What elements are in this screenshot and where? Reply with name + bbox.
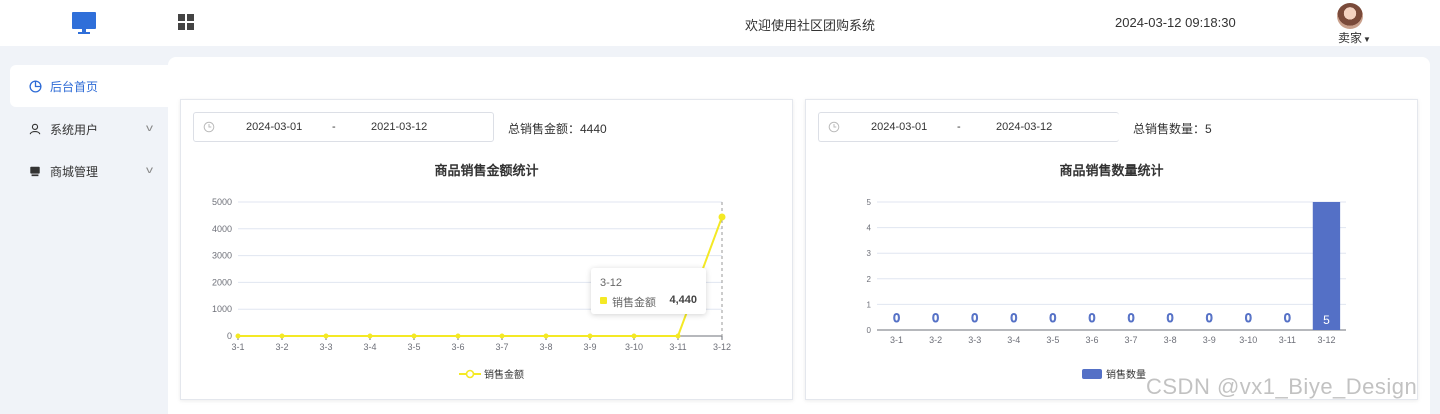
chart-tooltip: 3-12 销售金额 4,440 (591, 268, 706, 314)
data-label: 0 (1206, 311, 1213, 325)
y-tick-label: 0 (227, 331, 232, 341)
x-tick-label: 3-12 (713, 342, 731, 352)
watermark: CSDN @vx1_Biye_Design (1146, 374, 1418, 399)
sales-count-bar-chart: 0123453-103-203-303-403-503-603-703-803-… (867, 198, 1346, 345)
data-label: 0 (1010, 311, 1017, 325)
chart-legend[interactable]: 销售金额 (459, 366, 524, 381)
tooltip-marker (600, 297, 607, 304)
x-tick-label: 3-3 (968, 335, 981, 345)
y-tick-label: 3000 (212, 251, 232, 261)
data-label: 0 (971, 311, 978, 325)
x-tick-label: 3-2 (275, 342, 288, 352)
x-tick-label: 3-4 (1007, 335, 1020, 345)
data-point (455, 333, 461, 339)
avatar[interactable] (1337, 3, 1363, 29)
tooltip-header: 3-12 (600, 277, 623, 289)
y-tick-label: 1 (867, 300, 872, 309)
user-icon (28, 122, 42, 136)
y-tick-label: 3 (867, 249, 872, 258)
data-label: 0 (1284, 311, 1291, 325)
y-tick-label: 5000 (212, 197, 232, 207)
monitor-icon[interactable] (72, 11, 96, 35)
tooltip-series: 销售金额 (612, 297, 656, 309)
sidebar-item-label: 商城管理 (50, 164, 99, 179)
bar-legend-icon (1082, 368, 1102, 379)
line-legend-icon (459, 369, 481, 378)
bar (1312, 202, 1341, 330)
data-label: 0 (1245, 311, 1252, 325)
legend-label: 销售金额 (484, 370, 524, 381)
tooltip-value: 4,440 (669, 294, 697, 306)
sidebar-item-label: 系统用户 (50, 122, 99, 137)
user-name: 卖家 (1338, 31, 1363, 45)
y-tick-label: 2000 (212, 277, 232, 287)
x-tick-label: 3-2 (929, 335, 942, 345)
sales-count-card: 2024-03-01 - 2024-03-12 总销售数量：5 商品销售数量统计… (805, 99, 1418, 400)
x-tick-label: 3-11 (1279, 335, 1296, 345)
data-label: 0 (1089, 311, 1096, 325)
data-label: 5 (1323, 313, 1330, 327)
legend-label: 销售数量 (1106, 370, 1146, 381)
sidebar-item-mall-management[interactable]: 商城管理 v (10, 150, 168, 192)
sidebar: 后台首页 系统用户 v 商城管理 v (0, 46, 168, 414)
data-point (499, 333, 505, 339)
sidebar-item-dashboard[interactable]: 后台首页 (10, 65, 168, 107)
x-tick-label: 3-5 (1046, 335, 1059, 345)
x-tick-label: 3-10 (625, 342, 643, 352)
grid-icon[interactable] (178, 14, 194, 30)
y-tick-label: 0 (867, 326, 872, 335)
data-point (323, 333, 329, 339)
x-tick-label: 3-6 (451, 342, 464, 352)
data-label: 0 (932, 311, 939, 325)
data-label: 0 (1050, 311, 1057, 325)
x-tick-label: 3-1 (231, 342, 244, 352)
pie-chart-icon (28, 79, 42, 93)
x-tick-label: 3-1 (890, 335, 903, 345)
x-tick-label: 3-3 (319, 342, 332, 352)
sales-amount-line-chart: 0 1000 2000 3000 4000 5000 3-1 3-2 3-3 3-4 3-5 3-6 3… (212, 197, 731, 352)
y-tick-label: 1000 (212, 304, 232, 314)
x-tick-label: 3-11 (669, 342, 686, 352)
shop-icon (28, 164, 42, 178)
x-tick-label: 3-8 (1164, 335, 1177, 345)
x-tick-label: 3-6 (1085, 335, 1098, 345)
sales-amount-card: 2024-03-01 - 2021-03-12 总销售金额：4440 商品销售金… (180, 99, 793, 400)
x-tick-label: 3-10 (1239, 335, 1257, 345)
current-datetime: 2024-03-12 09:18:30 (1115, 15, 1236, 30)
data-point (367, 333, 373, 339)
x-tick-label: 3-4 (363, 342, 376, 352)
x-tick-label: 3-9 (1203, 335, 1216, 345)
data-point (279, 333, 285, 339)
chart-legend[interactable]: 销售数量 (1082, 366, 1146, 381)
sidebar-item-label: 后台首页 (50, 79, 99, 94)
sidebar-item-system-users[interactable]: 系统用户 v (10, 108, 168, 150)
top-bar: 欢迎使用社区团购系统 2024-03-12 09:18:30 卖家▼ (0, 0, 1440, 46)
data-point (411, 333, 417, 339)
y-tick-label: 2 (867, 275, 872, 284)
y-tick-label: 4 (867, 224, 872, 233)
data-point (718, 213, 726, 221)
data-point (675, 333, 681, 339)
chevron-down-icon: v (146, 123, 153, 134)
x-tick-label: 3-5 (407, 342, 420, 352)
data-label: 0 (1128, 311, 1135, 325)
data-label: 0 (893, 311, 900, 325)
y-tick-label: 5 (867, 198, 872, 207)
x-tick-label: 3-8 (539, 342, 552, 352)
chevron-down-icon: ▼ (1363, 35, 1371, 44)
chevron-down-icon: v (146, 165, 153, 176)
data-point (235, 333, 241, 339)
x-tick-label: 3-12 (1317, 335, 1335, 345)
user-menu[interactable]: 卖家▼ (1338, 29, 1371, 46)
x-tick-label: 3-7 (1125, 335, 1138, 345)
x-tick-label: 3-9 (583, 342, 596, 352)
data-label: 0 (1167, 311, 1174, 325)
y-tick-label: 4000 (212, 224, 232, 234)
data-point (631, 333, 637, 339)
site-title: 欢迎使用社区团购系统 (745, 18, 876, 33)
data-point (543, 333, 549, 339)
x-tick-label: 3-7 (495, 342, 508, 352)
data-point (587, 333, 593, 339)
